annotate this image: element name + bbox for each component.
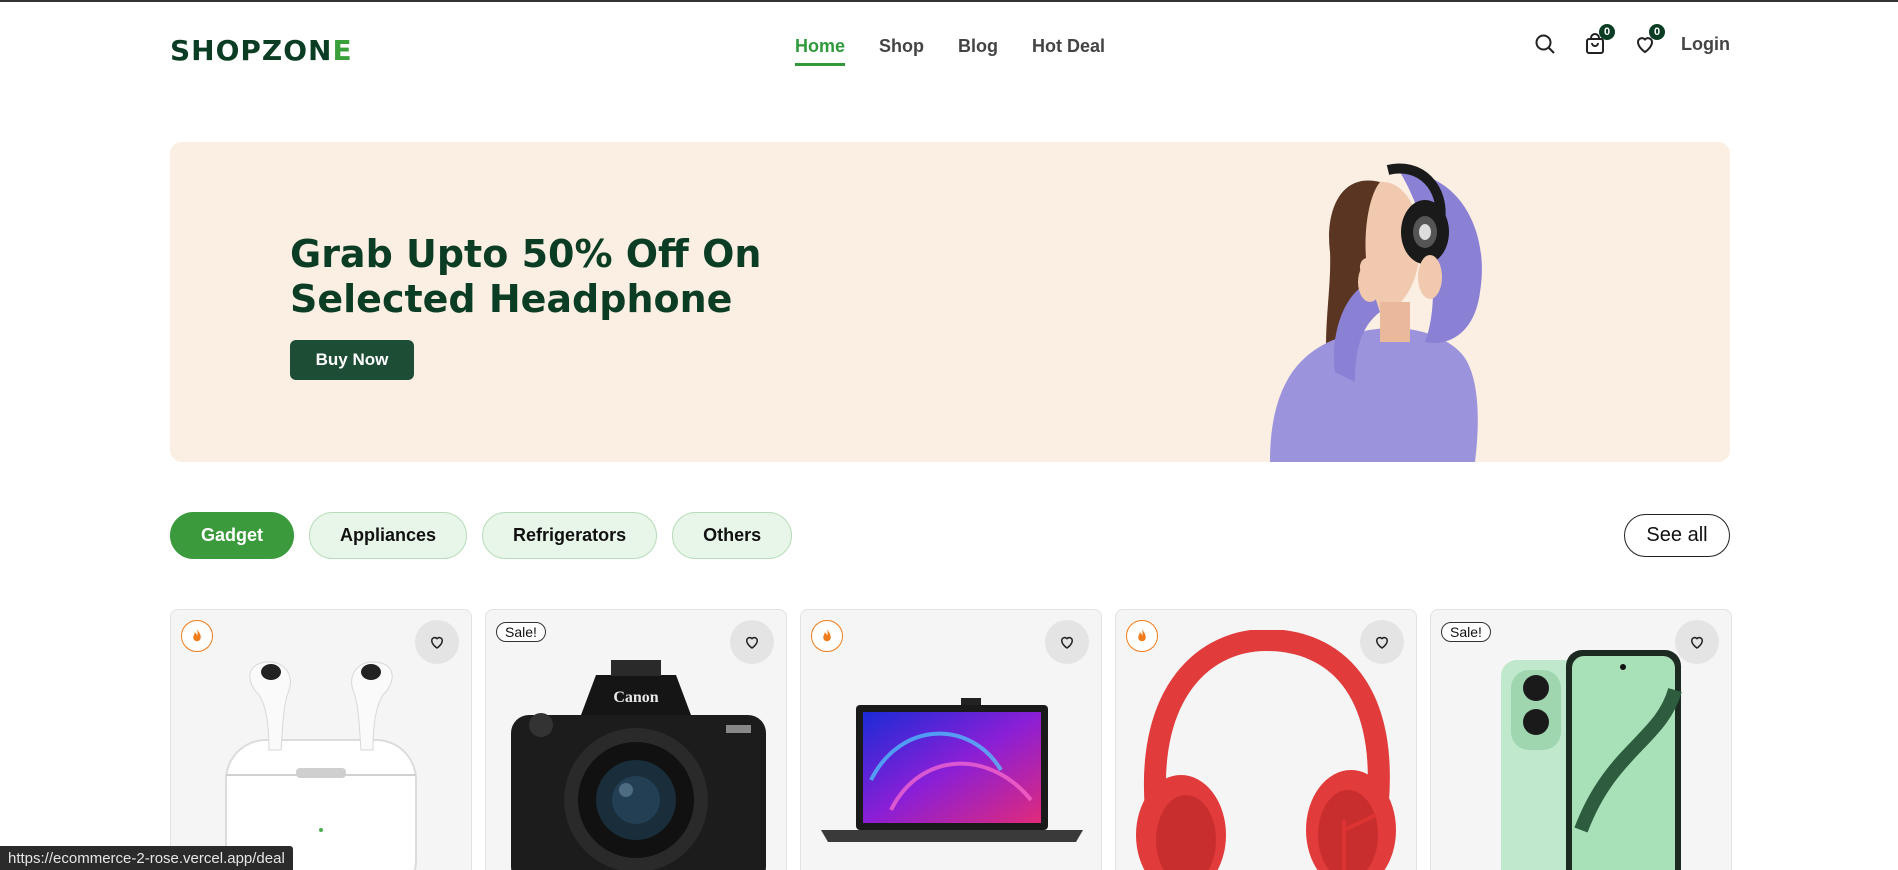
logo-main-text: SHOPZON (170, 34, 333, 67)
laptop-image (821, 698, 1083, 842)
login-link[interactable]: Login (1681, 34, 1730, 55)
tab-appliances[interactable]: Appliances (309, 512, 468, 559)
buy-now-button[interactable]: Buy Now (290, 340, 414, 380)
hot-deal-badge (181, 620, 213, 652)
tab-gadget[interactable]: Gadget (170, 512, 295, 559)
woman-with-headphones-image (1270, 163, 1482, 462)
svg-text:Canon: Canon (613, 689, 658, 706)
product-grid: Canon Sale! Sale! (170, 609, 1732, 870)
heart-icon (1375, 636, 1389, 649)
search-icon (1535, 34, 1555, 54)
green-smartphone-image (1501, 650, 1682, 870)
product-card[interactable] (800, 609, 1102, 870)
hot-deal-badge (1126, 620, 1158, 652)
sale-badge: Sale! (496, 622, 546, 642)
hero-banner: Grab Upto 50% Off On Selected Headphone … (170, 142, 1730, 462)
link-preview-statusbar: https://ecommerce-2-rose.vercel.app/deal (0, 846, 293, 870)
product-card[interactable] (170, 609, 472, 870)
product-card[interactable]: Canon Sale! (485, 609, 787, 870)
search-button[interactable] (1531, 30, 1559, 58)
red-headphones-image (1136, 630, 1396, 870)
heart-icon (430, 636, 444, 649)
sale-badge: Sale! (1441, 622, 1491, 642)
heart-icon (1690, 636, 1704, 649)
wishlist-count-badge: 0 (1649, 24, 1666, 40)
nav-home[interactable]: Home (795, 36, 846, 66)
heart-icon (745, 636, 759, 649)
main-nav: Home Shop Blog Hot Deal (795, 36, 1105, 66)
wishlist-toggle[interactable] (730, 620, 774, 664)
wishlist-toggle[interactable] (1045, 620, 1089, 664)
cart-count-badge: 0 (1599, 24, 1616, 40)
see-all-button[interactable]: See all (1624, 514, 1730, 557)
product-card[interactable] (1115, 609, 1417, 870)
product-card[interactable]: Sale! (1430, 609, 1732, 870)
wishlist-toggle[interactable] (1675, 620, 1719, 664)
airpods-image (225, 661, 417, 870)
fire-icon (193, 628, 201, 642)
category-tabs: Gadget Appliances Refrigerators Others (170, 512, 793, 559)
cart-button[interactable]: 0 (1581, 24, 1616, 58)
hero-title: Grab Upto 50% Off On Selected Headphone (290, 232, 850, 322)
site-header: SHOPZONE Home Shop Blog Hot Deal 0 0 Log… (170, 2, 1730, 92)
hot-deal-badge (811, 620, 843, 652)
fire-icon (823, 628, 831, 642)
hero-title-line2: Selected Headphone (290, 277, 733, 321)
hero-title-line1: Grab Upto 50% Off On (290, 232, 762, 276)
wishlist-button[interactable]: 0 (1631, 24, 1666, 58)
fire-icon (1138, 628, 1146, 642)
canon-camera-image: Canon (511, 660, 766, 870)
logo[interactable]: SHOPZONE (170, 34, 353, 67)
heart-icon (1060, 636, 1074, 649)
tab-refrigerators[interactable]: Refrigerators (482, 512, 658, 559)
wishlist-toggle[interactable] (415, 620, 459, 664)
logo-accent-letter: E (332, 34, 353, 67)
wishlist-toggle[interactable] (1360, 620, 1404, 664)
tab-others[interactable]: Others (672, 512, 793, 559)
nav-hot-deal[interactable]: Hot Deal (1032, 36, 1105, 66)
nav-shop[interactable]: Shop (879, 36, 924, 66)
nav-blog[interactable]: Blog (958, 36, 998, 66)
header-actions: 0 0 Login (1531, 24, 1730, 58)
